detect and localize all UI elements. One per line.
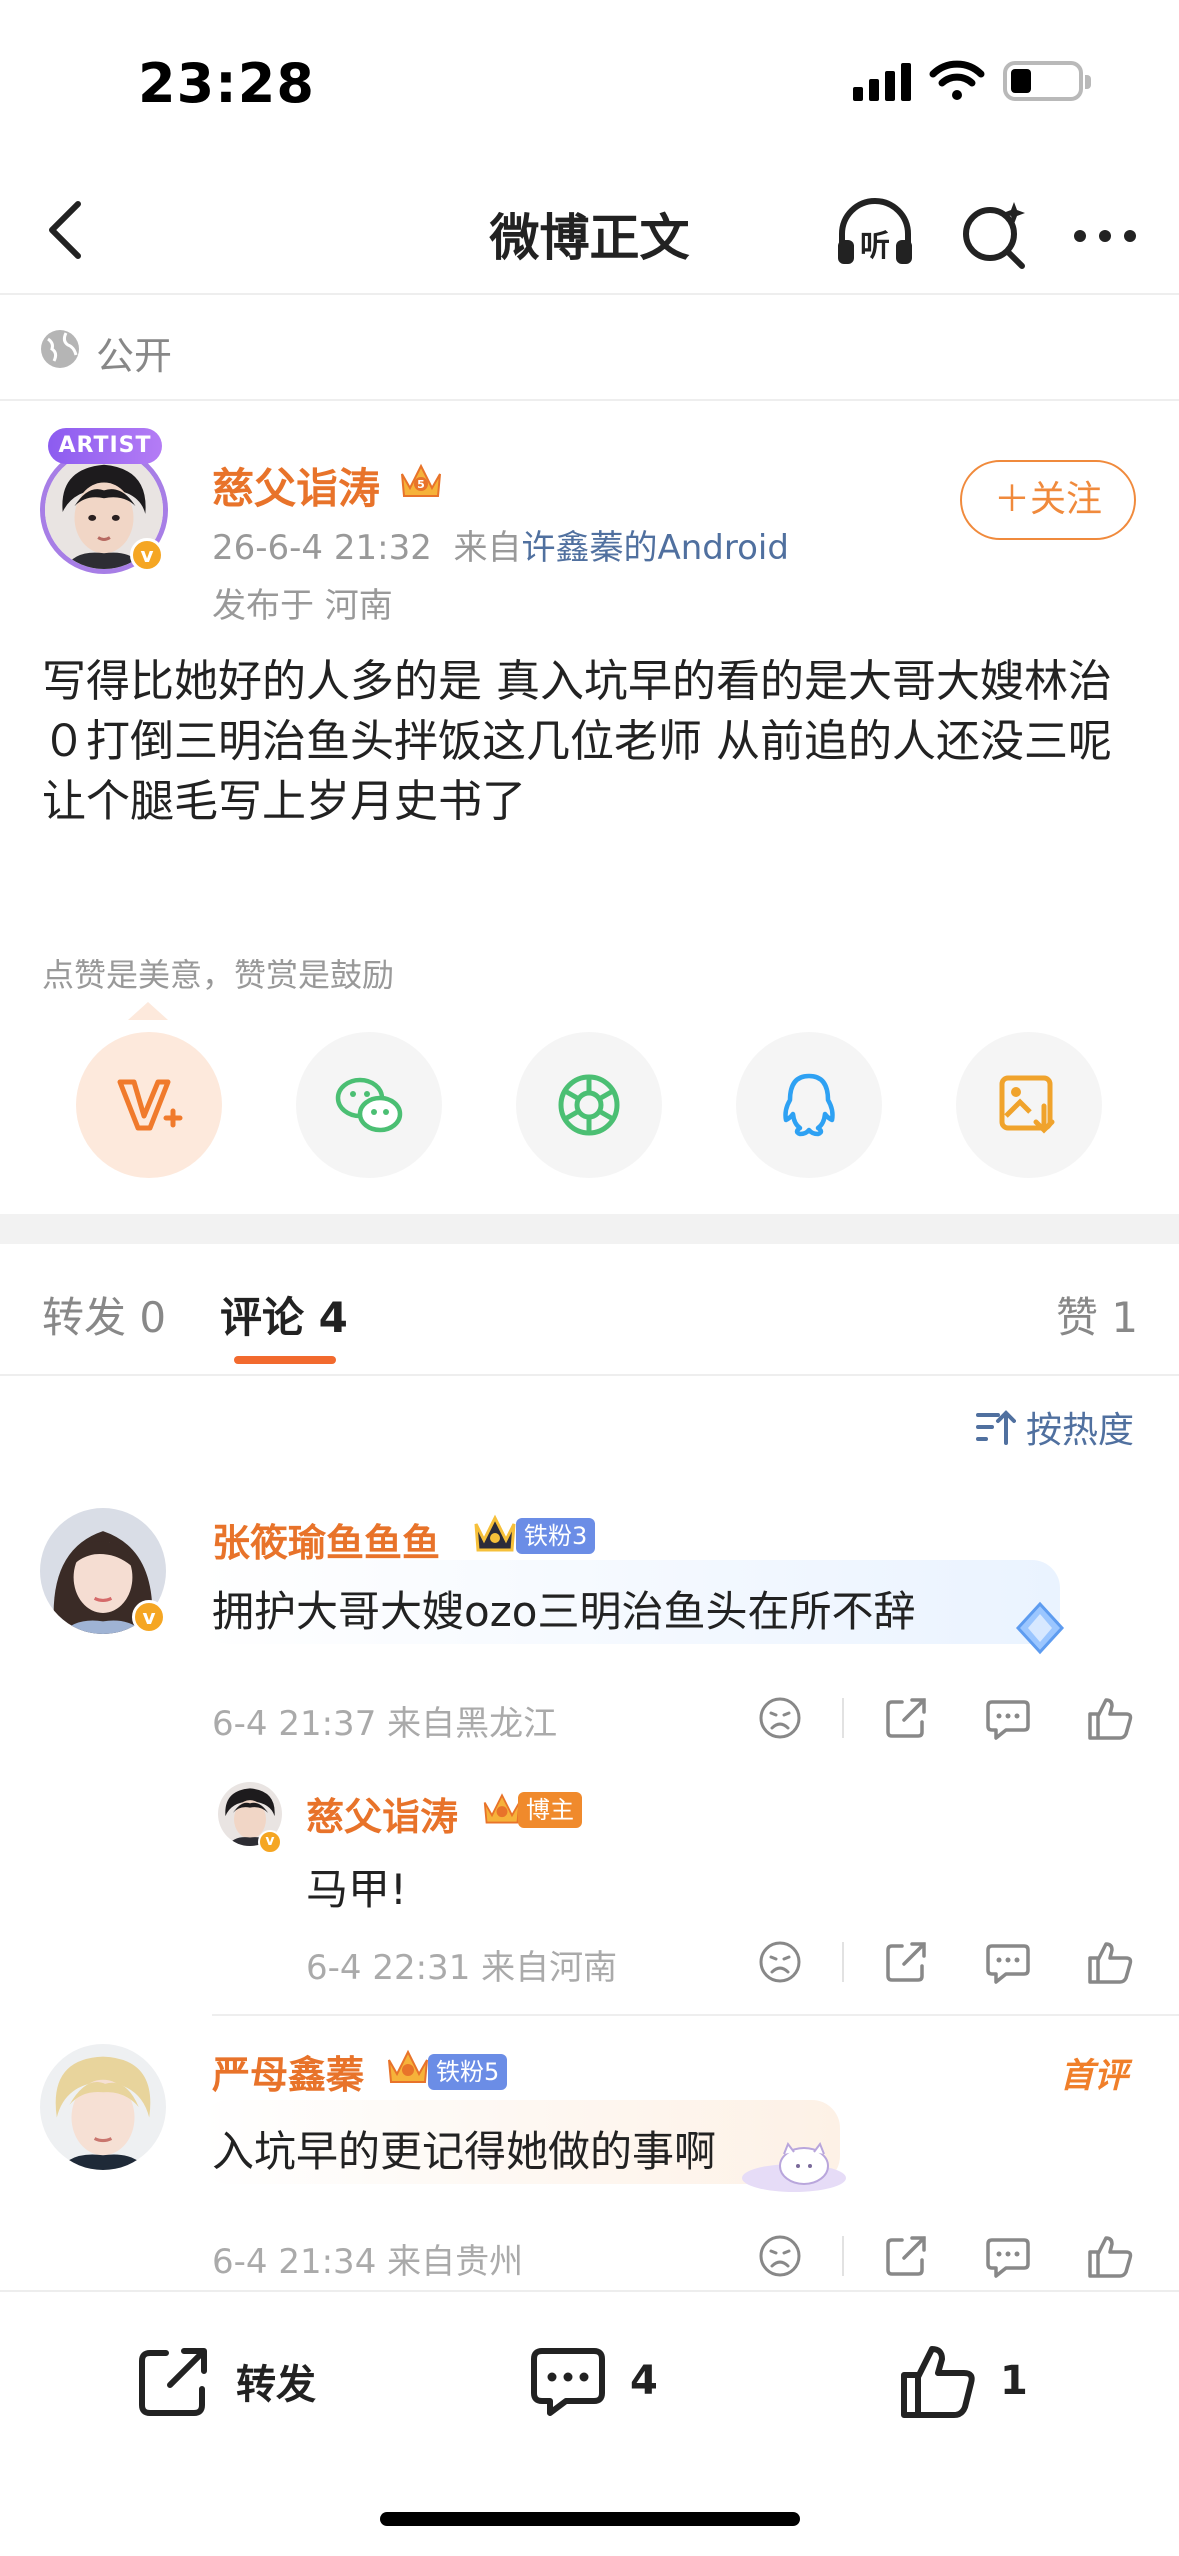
nav-bar: 微博正文 听 bbox=[0, 170, 1179, 295]
section-divider bbox=[0, 1214, 1179, 1244]
comment-divider bbox=[212, 2014, 1179, 2016]
battery-icon bbox=[1003, 61, 1091, 101]
post-author-name[interactable]: 慈父诣涛 bbox=[212, 455, 380, 516]
share-wechat-button[interactable] bbox=[296, 1032, 442, 1178]
visibility-label: 公开 bbox=[96, 334, 173, 378]
search-icon[interactable] bbox=[950, 188, 1040, 278]
share-moments-button[interactable] bbox=[516, 1032, 662, 1178]
comment-button[interactable]: 4 bbox=[528, 2336, 658, 2426]
more-options-icon[interactable] bbox=[1060, 188, 1150, 278]
dislike-face-icon[interactable] bbox=[756, 1694, 804, 1742]
like-thumb-icon[interactable] bbox=[1086, 2232, 1134, 2280]
sort-button[interactable]: 按热度 bbox=[976, 1402, 1134, 1452]
repost-label: 转发 bbox=[236, 2362, 316, 2408]
first-comment-tag: 首评 bbox=[1060, 2056, 1128, 2096]
reply-comment-icon[interactable] bbox=[984, 1938, 1032, 1986]
reward-icon bbox=[117, 1079, 183, 1131]
cellular-signal-icon bbox=[853, 61, 911, 101]
share-icon[interactable] bbox=[882, 1694, 930, 1742]
like-thumb-icon[interactable] bbox=[1086, 1938, 1134, 1986]
share-row bbox=[0, 1032, 1179, 1182]
reply-timestamp: 6-4 22:31 来自河南 bbox=[306, 1948, 618, 1988]
save-image-button[interactable] bbox=[956, 1032, 1102, 1178]
sort-icon bbox=[976, 1410, 1016, 1445]
status-time: 23:28 bbox=[138, 52, 315, 115]
post-author-avatar[interactable]: ARTIST v bbox=[40, 428, 170, 574]
home-indicator bbox=[380, 2512, 800, 2526]
action-separator bbox=[842, 1942, 844, 1982]
comment-bubble-icon bbox=[531, 2348, 605, 2416]
like-thumb-icon bbox=[901, 2346, 975, 2418]
post-source-link[interactable]: 许鑫蓁的Android bbox=[521, 528, 788, 568]
comment-author-name[interactable]: 严母鑫蓁 bbox=[212, 2044, 364, 2099]
fan-level-badge: 铁粉3 bbox=[516, 1518, 596, 1554]
tab-likes[interactable]: 赞 1 bbox=[1056, 1284, 1138, 1345]
diamond-sticker-icon bbox=[1015, 1601, 1065, 1655]
like-button[interactable]: 1 bbox=[898, 2336, 1028, 2426]
save-image-icon bbox=[999, 1075, 1055, 1134]
wifi-icon bbox=[929, 60, 985, 100]
post-source-prefix: 来自 bbox=[453, 528, 522, 568]
action-separator bbox=[842, 2236, 844, 2276]
follow-button[interactable]: ＋关注 bbox=[960, 460, 1136, 540]
globe-icon bbox=[41, 330, 79, 368]
vip-crown-icon[interactable]: 5 bbox=[398, 458, 444, 502]
comment-count: 4 bbox=[630, 2358, 658, 2404]
status-icons bbox=[853, 60, 1091, 102]
reply-author-name[interactable]: 慈父诣涛 bbox=[306, 1786, 458, 1841]
qq-icon bbox=[783, 1073, 835, 1137]
svg-text:听: 听 bbox=[860, 229, 890, 264]
comment-timestamp: 6-4 21:37 来自黑龙江 bbox=[212, 1704, 558, 1744]
verified-badge-icon: v bbox=[130, 538, 164, 572]
comment-text: 拥护大哥大嫂ozo三明治鱼头在所不辞 bbox=[212, 1587, 916, 1636]
dislike-face-icon[interactable] bbox=[756, 2232, 804, 2280]
interaction-tabs: 转发 0 评论 4 赞 1 bbox=[0, 1244, 1179, 1376]
verified-badge-icon: v bbox=[258, 1830, 282, 1854]
tab-repost[interactable]: 转发 0 bbox=[42, 1284, 166, 1345]
avatar bbox=[40, 2044, 166, 2170]
moments-icon bbox=[558, 1074, 620, 1136]
comment-avatar[interactable] bbox=[40, 2044, 166, 2170]
reply-comment-icon[interactable] bbox=[984, 1694, 1032, 1742]
comment-author-name[interactable]: 张筱瑜鱼鱼鱼 bbox=[212, 1512, 440, 1567]
visibility-row: 公开 bbox=[0, 297, 1179, 401]
share-qq-button[interactable] bbox=[736, 1032, 882, 1178]
repost-button[interactable]: 转发 bbox=[134, 2336, 316, 2426]
tip-arrow bbox=[128, 1002, 168, 1020]
artist-badge: ARTIST bbox=[48, 428, 162, 464]
crown-icon bbox=[474, 1514, 516, 1552]
like-thumb-icon[interactable] bbox=[1086, 1694, 1134, 1742]
vip-crown-icon bbox=[388, 2049, 428, 2083]
fan-level-badge: 铁粉5 bbox=[428, 2054, 508, 2090]
post-date: 26-6-4 21:32 bbox=[212, 528, 432, 568]
tab-comments[interactable]: 评论 4 bbox=[220, 1284, 348, 1345]
reply-comment-icon[interactable] bbox=[984, 2232, 1032, 2280]
action-separator bbox=[842, 1698, 844, 1738]
dislike-face-icon[interactable] bbox=[756, 1938, 804, 1986]
verified-badge-icon: v bbox=[132, 1600, 166, 1634]
wechat-icon bbox=[335, 1077, 403, 1133]
status-bar: 23:28 bbox=[0, 0, 1179, 170]
share-icon[interactable] bbox=[882, 2232, 930, 2280]
like-count: 1 bbox=[1000, 2358, 1028, 2404]
reply-text: 马甲! bbox=[306, 1865, 407, 1914]
post-body-text: 写得比她好的人多的是 真入坑早的看的是大哥大嫂林治０打倒三明治鱼头拌饭这几位老师… bbox=[42, 656, 1112, 827]
sort-label: 按热度 bbox=[1026, 1410, 1135, 1451]
cat-sticker-icon bbox=[742, 2141, 846, 2192]
svg-text:5: 5 bbox=[417, 478, 425, 491]
post-meta: 26-6-4 21:32 来自许鑫蓁的Android bbox=[212, 520, 789, 569]
active-tab-indicator bbox=[234, 1356, 336, 1364]
listen-headphones-icon[interactable]: 听 bbox=[830, 188, 920, 278]
repost-icon bbox=[139, 2348, 207, 2416]
post-location: 发布于 河南 bbox=[212, 586, 393, 626]
reward-hint: 点赞是美意，赞赏是鼓励 bbox=[42, 956, 395, 994]
comment-text: 入坑早的更记得她做的事啊 bbox=[212, 2127, 717, 2176]
comment-timestamp: 6-4 21:34 来自贵州 bbox=[212, 2242, 524, 2282]
reward-button[interactable] bbox=[76, 1032, 222, 1178]
author-badge: 博主 bbox=[518, 1792, 582, 1828]
share-icon[interactable] bbox=[882, 1938, 930, 1986]
